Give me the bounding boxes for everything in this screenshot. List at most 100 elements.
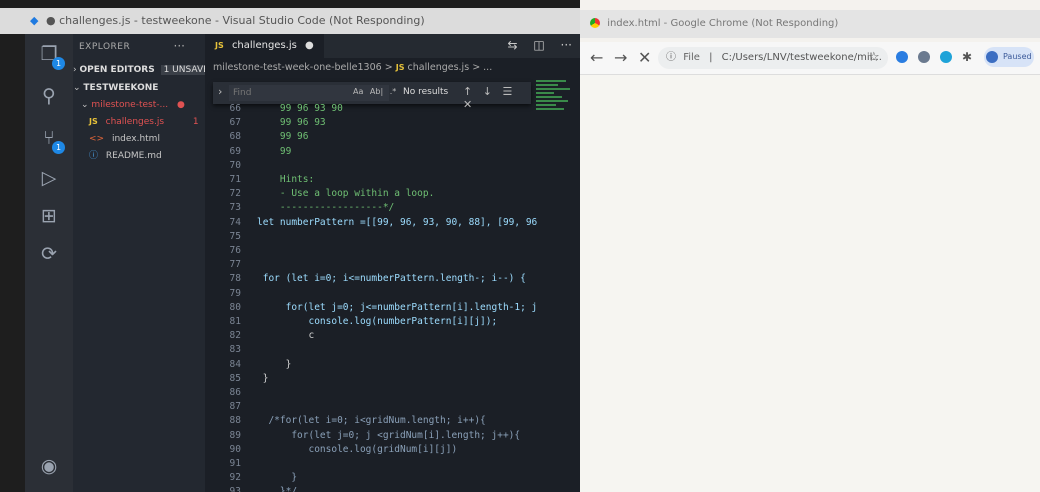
find-result-count: No results	[403, 87, 449, 97]
line-number: 73	[229, 202, 241, 214]
code-line[interactable]: 70	[205, 159, 580, 173]
remote-icon[interactable]: ⟳	[37, 242, 61, 266]
code-line[interactable]: 92 }	[205, 471, 580, 485]
line-number: 72	[229, 188, 241, 200]
more-actions-icon[interactable]: ···	[561, 38, 572, 52]
match-case-toggle[interactable]: Aa	[353, 87, 363, 96]
url-text: C:/Users/LNV/testweekone/mil...	[721, 52, 882, 63]
workspace-label: TESTWEEKONE	[83, 83, 159, 93]
back-arrow-icon[interactable]: ←	[590, 48, 603, 67]
file-item-challenges[interactable]: JS challenges.js 1	[89, 114, 199, 130]
code-line[interactable]: 69 99	[205, 145, 580, 159]
code-line[interactable]: 83	[205, 343, 580, 357]
extension-icon[interactable]	[918, 51, 930, 63]
problem-count: 1	[192, 117, 199, 127]
split-editor-icon[interactable]: ◫	[533, 38, 544, 52]
match-word-toggle[interactable]: Ab|	[370, 87, 383, 96]
line-text: c	[257, 330, 315, 342]
code-line[interactable]: 81 console.log(numberPattern[i][j]);	[205, 315, 580, 329]
code-line[interactable]: 91	[205, 457, 580, 471]
line-text: /*for(let i=0; i<gridNum.length; i++){	[257, 415, 486, 427]
profile-paused-button[interactable]: Paused	[984, 47, 1034, 67]
toggle-replace-icon[interactable]: ›	[218, 85, 222, 98]
arrow-down-icon[interactable]: ↓	[483, 85, 492, 98]
file-item-index[interactable]: <> index.html	[89, 131, 160, 147]
line-number: 69	[229, 145, 241, 157]
avatar	[986, 50, 999, 63]
line-number: 81	[229, 316, 241, 327]
file-label: README.md	[105, 151, 162, 161]
breadcrumb-tail[interactable]: > ...	[472, 62, 492, 73]
code-line[interactable]: 86	[205, 386, 580, 400]
code-line[interactable]: 68 99 96	[205, 130, 580, 144]
explorer-icon[interactable]: ❐ 1	[37, 42, 65, 70]
unsaved-dot-icon[interactable]: ●	[305, 40, 314, 51]
js-file-icon: JS	[395, 63, 405, 72]
code-line[interactable]: 80 for(let j=0; j<=numberPattern[i].leng…	[205, 301, 580, 315]
open-editors-section[interactable]: › OPEN EDITORS 1 UNSAVED	[73, 62, 219, 78]
line-number: 92	[229, 472, 241, 484]
forward-arrow-icon[interactable]: →	[614, 48, 627, 67]
line-text: }	[257, 358, 292, 370]
code-line[interactable]: 77	[205, 258, 580, 272]
code-line[interactable]: 66 99 96 93 90	[205, 102, 580, 116]
code-line[interactable]: 75	[205, 230, 580, 244]
code-line[interactable]: 88 /*for(let i=0; i<gridNum.length; i++)…	[205, 414, 580, 428]
line-text: }*/	[257, 486, 298, 492]
code-line[interactable]: 89 for(let j=0; j <gridNum[i].length; j+…	[205, 429, 580, 443]
breadcrumb-separator: >	[384, 62, 393, 73]
address-bar[interactable]: ⓘ File | C:/Users/LNV/testweekone/mil...	[658, 47, 888, 69]
extensions-icon[interactable]: ⊞	[37, 204, 61, 228]
code-line[interactable]: 82 c	[205, 329, 580, 343]
code-editor[interactable]: 66 99 96 93 90 67 99 96 93 68 99 96 69 99 70…	[205, 102, 580, 492]
workspace-section[interactable]: ⌄ TESTWEEKONE	[73, 80, 158, 96]
line-number: 84	[229, 358, 241, 370]
line-number: 86	[229, 387, 241, 398]
run-debug-icon[interactable]: ▷	[37, 166, 61, 190]
line-number: 78	[229, 273, 241, 285]
code-line[interactable]: 72 - Use a loop within a loop.	[205, 187, 580, 201]
arrow-up-icon[interactable]: ↑	[463, 85, 472, 98]
find-in-selection-icon[interactable]: ☰	[502, 85, 512, 98]
chevron-down-icon: ⌄	[81, 100, 89, 110]
vscode-logo-icon: ◆	[30, 14, 39, 27]
breadcrumb-folder[interactable]: milestone-test-week-one-belle1306	[213, 62, 382, 73]
folder-item[interactable]: ⌄ milestone-test-... ●	[81, 97, 185, 113]
extensions-puzzle-icon[interactable]: ✱	[962, 50, 972, 64]
code-line[interactable]: 74 let numberPattern =[[99, 96, 93, 90, 8…	[205, 216, 580, 230]
extension-icon[interactable]	[940, 51, 952, 63]
extension-icon[interactable]	[896, 51, 908, 63]
code-line[interactable]: 67 99 96 93	[205, 116, 580, 130]
code-line[interactable]: 73 ------------------*/	[205, 201, 580, 215]
code-line[interactable]: 78 for (let i=0; i<=numberPattern.length…	[205, 272, 580, 286]
code-line[interactable]: 76	[205, 244, 580, 258]
file-item-readme[interactable]: ⓘ README.md	[89, 148, 162, 164]
compare-changes-icon[interactable]: ⇆	[507, 38, 517, 52]
line-number: 68	[229, 131, 241, 143]
code-line[interactable]: 87	[205, 400, 580, 414]
line-text: }	[257, 472, 298, 484]
code-line[interactable]: 85 }	[205, 372, 580, 386]
chrome-window: index.html - Google Chrome (Not Respondi…	[580, 0, 1040, 492]
bookmark-star-icon[interactable]: ☆	[868, 50, 880, 65]
line-number: 71	[229, 174, 241, 185]
line-number: 83	[229, 344, 241, 356]
explorer-more-icon[interactable]: ···	[174, 39, 185, 53]
breadcrumb-file[interactable]: challenges.js	[408, 62, 470, 73]
account-icon[interactable]: ◉	[37, 454, 61, 478]
stop-loading-icon[interactable]: ✕	[638, 48, 651, 67]
line-number: 67	[229, 117, 241, 129]
site-info-icon[interactable]: ⓘ	[666, 52, 676, 63]
tab-challenges-js[interactable]: JS challenges.js ●	[205, 34, 324, 58]
search-icon[interactable]: ⚲	[37, 84, 61, 108]
regex-toggle[interactable]: .*	[390, 87, 397, 96]
line-number: 82	[229, 330, 241, 342]
code-line[interactable]: 93 }*/	[205, 485, 580, 492]
vscode-title-text: ● challenges.js - testweekone - Visual S…	[45, 14, 425, 27]
line-text: Hints:	[257, 174, 315, 185]
code-line[interactable]: 90 console.log(gridNum[i][j])	[205, 443, 580, 457]
code-line[interactable]: 71 Hints:	[205, 173, 580, 187]
code-line[interactable]: 84 }	[205, 358, 580, 372]
source-control-icon[interactable]: ⑂ 1	[37, 126, 65, 154]
code-line[interactable]: 79	[205, 287, 580, 301]
